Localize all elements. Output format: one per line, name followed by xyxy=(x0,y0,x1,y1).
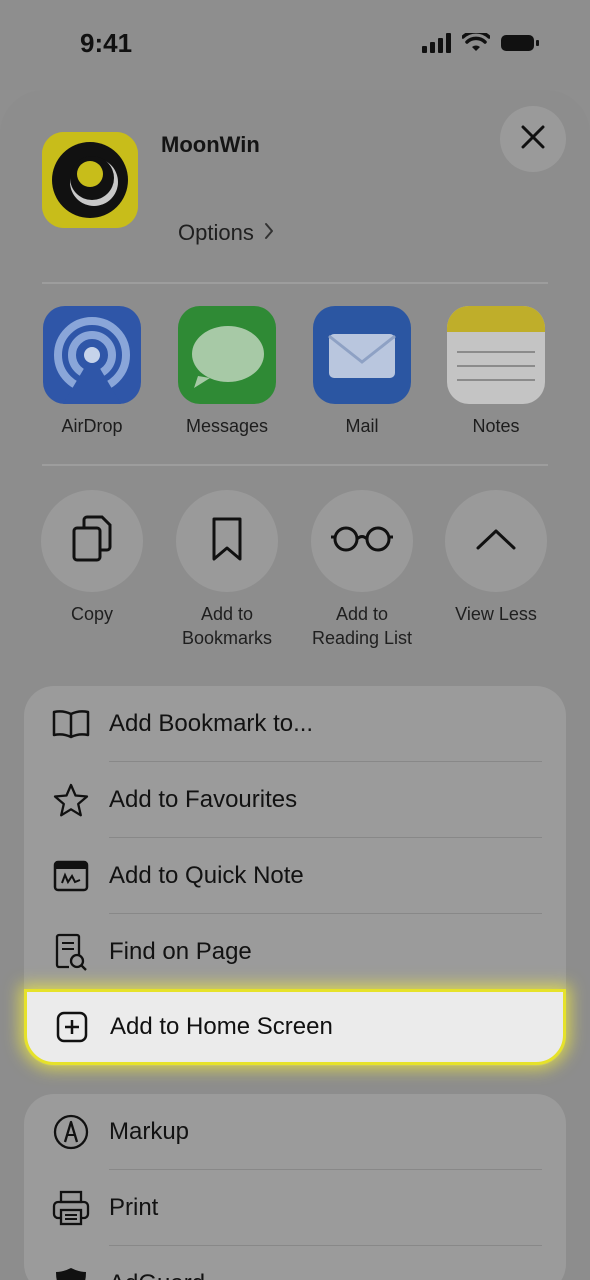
menu-label: Print xyxy=(109,1194,159,1221)
mail-icon xyxy=(313,306,411,404)
action-circle xyxy=(311,490,413,592)
quick-note-icon xyxy=(52,857,90,895)
menu-item-adguard[interactable]: AdGuard xyxy=(24,1246,566,1280)
action-circle xyxy=(445,490,547,592)
status-bar: 9:41 xyxy=(0,0,590,90)
action-label: View Less xyxy=(455,604,537,624)
glasses-icon xyxy=(329,524,395,559)
find-on-page-icon xyxy=(52,933,90,971)
bookmark-icon xyxy=(210,516,244,567)
action-add-to-reading-list[interactable]: Add to Reading List xyxy=(292,490,432,650)
share-target-messages[interactable]: Messages xyxy=(172,306,282,437)
share-label: Messages xyxy=(185,416,269,436)
cellular-signal-icon xyxy=(422,33,452,58)
printer-icon xyxy=(52,1189,90,1227)
action-circle xyxy=(41,490,143,592)
share-label: Mail xyxy=(345,416,379,436)
menu-group-2: Markup Print AdGuard xyxy=(24,1094,566,1280)
menu-label: Add to Favourites xyxy=(109,786,298,813)
share-label: Notes xyxy=(472,416,520,436)
share-target-notes[interactable]: Notes xyxy=(441,306,551,437)
action-copy[interactable]: Copy xyxy=(22,490,162,626)
action-view-less[interactable]: View Less xyxy=(426,490,566,626)
notes-icon xyxy=(447,306,545,404)
action-label: Add to Reading List xyxy=(311,604,413,648)
action-circle xyxy=(176,490,278,592)
action-label: Add to Bookmarks xyxy=(181,604,273,648)
status-icons xyxy=(422,30,540,58)
add-square-icon xyxy=(53,1008,91,1046)
share-targets-row: AirDrop Messages Mail Notes xyxy=(0,306,590,436)
app-icon xyxy=(42,132,138,228)
action-label: Copy xyxy=(70,604,114,624)
menu-item-markup[interactable]: Markup xyxy=(24,1094,566,1170)
markup-icon xyxy=(52,1113,90,1151)
status-time: 9:41 xyxy=(80,28,133,58)
menu-item-add-to-quick-note[interactable]: Add to Quick Note xyxy=(24,838,566,914)
close-icon xyxy=(520,124,546,155)
share-target-airdrop[interactable]: AirDrop xyxy=(37,306,147,437)
chevron-right-icon xyxy=(264,220,274,246)
divider xyxy=(42,282,548,284)
menu-item-add-to-favourites[interactable]: Add to Favourites xyxy=(24,762,566,838)
menu-item-add-bookmark-to[interactable]: Add Bookmark to... xyxy=(24,686,566,762)
menu-label: AdGuard xyxy=(109,1270,205,1280)
messages-icon xyxy=(178,306,276,404)
divider xyxy=(42,464,548,466)
menu-item-print[interactable]: Print xyxy=(24,1170,566,1246)
options-button[interactable]: Options xyxy=(178,220,274,246)
share-target-mail[interactable]: Mail xyxy=(307,306,417,437)
chevron-up-icon xyxy=(475,527,517,556)
menu-label: Markup xyxy=(109,1118,190,1145)
menu-label: Add Bookmark to... xyxy=(109,710,314,737)
adguard-icon xyxy=(52,1265,90,1280)
menu-label: Add to Quick Note xyxy=(109,862,304,889)
battery-icon xyxy=(500,33,540,58)
wifi-icon xyxy=(461,30,491,58)
actions-row: Copy Add to Bookmarks Add to Reading Lis… xyxy=(0,490,590,660)
menu-label: Add to Home Screen xyxy=(110,1013,333,1040)
app-title: MoonWin xyxy=(161,132,260,157)
copy-icon xyxy=(70,514,114,569)
airdrop-icon xyxy=(43,306,141,404)
close-button[interactable] xyxy=(500,106,566,172)
star-icon xyxy=(52,781,90,819)
book-icon xyxy=(52,705,90,743)
menu-label: Find on Page xyxy=(109,938,252,965)
menu-item-find-on-page[interactable]: Find on Page xyxy=(24,914,566,990)
menu-item-add-to-home-screen[interactable]: Add to Home Screen xyxy=(24,989,566,1065)
options-label: Options xyxy=(178,220,254,245)
share-label: AirDrop xyxy=(61,416,123,436)
action-add-to-bookmarks[interactable]: Add to Bookmarks xyxy=(157,490,297,650)
